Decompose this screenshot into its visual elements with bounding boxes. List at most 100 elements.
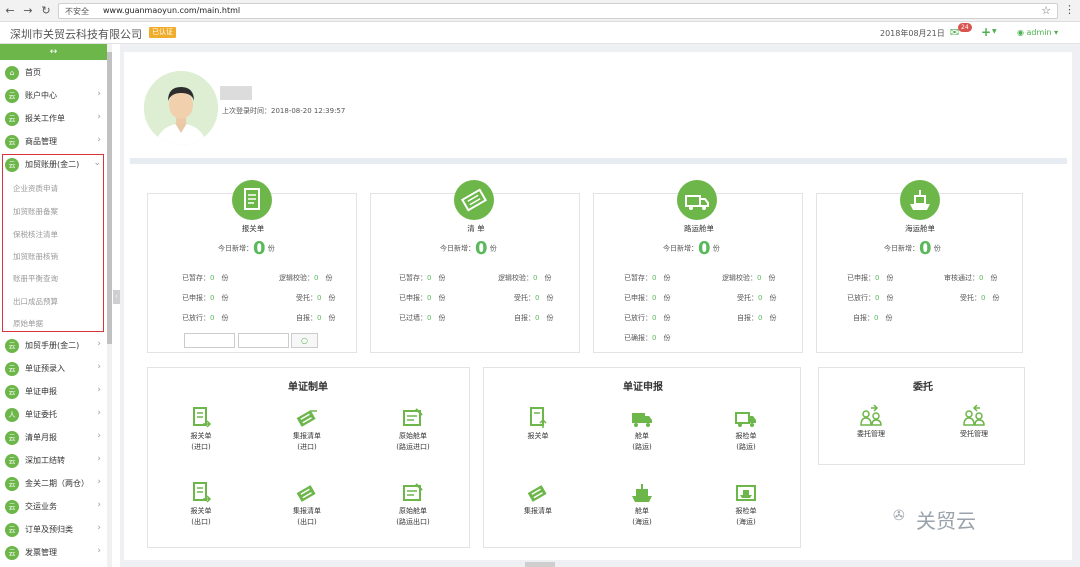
sidebar-item-transport[interactable]: 云交运业务 ›: [0, 496, 107, 518]
tool-batch-export[interactable]: 集报清单 (出口): [272, 481, 342, 527]
date-from-input[interactable]: [184, 333, 235, 348]
sidebar-item-golden-customs[interactable]: 云金关二期（两仓） ›: [0, 473, 107, 495]
users-icon: [859, 404, 883, 428]
add-menu-button[interactable]: +: [981, 25, 991, 39]
tool-sublabel: (出口): [191, 518, 211, 526]
chevron-right-icon: ›: [97, 477, 101, 487]
bookmark-star-icon[interactable]: ☆: [1041, 4, 1051, 17]
browser-menu-icon[interactable]: ⋮: [1064, 3, 1075, 16]
sidebar-item-goods[interactable]: 云商品管理 ›: [0, 131, 107, 153]
stat-item: 已过墙：0 份: [399, 314, 446, 322]
tool-label: 报检单: [735, 432, 757, 440]
ship-icon: [900, 180, 940, 220]
stat-item: 已放行：0 份: [182, 314, 229, 322]
sidebar-toggle-handle[interactable]: ‹: [113, 290, 120, 304]
tool-manifest-export[interactable]: 原始舱单 (路运出口): [378, 481, 448, 527]
tool-sublabel: (路运): [736, 443, 756, 451]
chevron-right-icon: ›: [97, 546, 101, 556]
cloud-icon: 云: [5, 546, 19, 560]
tool-customs-import[interactable]: 报关单 (进口): [166, 406, 236, 452]
card-road-manifest: 路运舱单 今日新增：0 份 已暂存：0 份 逻辑校验：0 份 已申报：0 份 受…: [593, 180, 803, 353]
tool-declare-road-manifest[interactable]: 舱单 (路运): [607, 406, 677, 452]
sidebar-item-home[interactable]: ⌂ 首页: [0, 62, 107, 84]
sidebar-item-label: 交运业务: [25, 502, 57, 511]
sidebar-item-label: 报关工作单: [25, 114, 65, 123]
sidebar-item-doc-prerecord[interactable]: 云单证预录入 ›: [0, 358, 107, 380]
stat-item: 已申报：0 份: [624, 294, 671, 302]
tool-sublabel: (海运): [736, 518, 756, 526]
tool-sublabel: (进口): [297, 443, 317, 451]
sidebar-item-customs-worksheet[interactable]: 云报关工作单 ›: [0, 108, 107, 130]
tool-label: 委托管理: [857, 430, 885, 438]
tool-label: 集报清单: [293, 432, 321, 440]
chevron-right-icon: ›: [97, 339, 101, 349]
user-menu[interactable]: ◉ admin ▾: [1017, 28, 1058, 37]
tool-declare-sea-inspect[interactable]: 报检单 (海运): [711, 481, 781, 527]
sidebar-item-processing-manual[interactable]: 云加贸手册(金二) ›: [0, 335, 107, 357]
bottom-handle[interactable]: [525, 562, 555, 567]
url-text[interactable]: www.guanmaoyun.com/main.html: [103, 6, 240, 15]
chevron-right-icon: ›: [97, 431, 101, 441]
card-title: 路运舱单: [684, 224, 714, 233]
sidebar-item-doc-declare[interactable]: 云单证申报 ›: [0, 381, 107, 403]
tool-declare-batch[interactable]: 集报清单: [503, 481, 573, 517]
document-upload-icon: [526, 406, 550, 430]
stat-item: 已申报：0 份: [182, 294, 229, 302]
chevron-right-icon: ›: [97, 500, 101, 510]
sidebar-item-label: 商品管理: [25, 137, 57, 146]
ship-inspect-icon: [734, 481, 758, 505]
card-customs-declaration: 报关单 今日新增：0 份 已暂存：0 份 逻辑校验：0 份 已申报：0 份 受托…: [147, 180, 357, 353]
tool-batch-import[interactable]: 集报清单 (进口): [272, 406, 342, 452]
sidebar-item-deep-processing[interactable]: 云深加工结转 ›: [0, 450, 107, 472]
sidebar-item-label: 单证申报: [25, 387, 57, 396]
forward-icon[interactable]: →: [22, 4, 34, 17]
date-to-input[interactable]: [238, 333, 289, 348]
sidebar-scrollbar-thumb[interactable]: [107, 52, 112, 344]
current-date: 2018年08月21日: [880, 29, 945, 38]
sidebar-item-monthly-report[interactable]: 云清单月报 ›: [0, 427, 107, 449]
tool-label: 报检单: [735, 507, 757, 515]
sidebar-item-label: 单证委托: [25, 410, 57, 419]
chevron-down-icon[interactable]: ▼: [992, 28, 997, 35]
tool-manifest-import[interactable]: 原始舱单 (路运进口): [378, 406, 448, 452]
user-icon: 人: [5, 408, 19, 422]
highlight-box: [2, 154, 104, 332]
stat-item: 审核通过：0 份: [944, 274, 998, 282]
stat-item: 逻辑校验：0 份: [279, 274, 333, 282]
tool-customs-export[interactable]: 报关单 (出口): [166, 481, 236, 527]
tool-trustee-manage[interactable]: 受托管理: [939, 404, 1009, 439]
ticket-icon: [295, 481, 319, 505]
tool-label: 报关单: [190, 507, 212, 515]
user-name: admin: [1026, 28, 1052, 37]
tool-declare-customs[interactable]: 报关单: [503, 406, 573, 442]
refresh-button[interactable]: ○: [291, 333, 318, 348]
section-title: 单证申报: [623, 382, 663, 393]
sidebar-item-doc-entrust[interactable]: 人单证委托 ›: [0, 404, 107, 426]
section-title: 单证制单: [288, 382, 328, 393]
tool-sublabel: (进口): [191, 443, 211, 451]
today-count: 今日新增：0 份: [440, 238, 497, 259]
stat-item: 已暂存：0 份: [399, 274, 446, 282]
user-avatar: [144, 71, 218, 145]
section-document-declare: 单证申报 报关单 舱单 (路运) 报检单 (路运) 集报清单 舱单 (海运) 报检单 (…: [483, 367, 801, 548]
sidebar-item-account[interactable]: 云账户中心 ›: [0, 85, 107, 107]
stat-item: 受托：0 份: [737, 294, 777, 302]
stat-item: 已暂存：0 份: [624, 274, 671, 282]
today-count: 今日新增：0 份: [663, 238, 720, 259]
home-icon: ⌂: [5, 66, 19, 80]
ticket-icon: [526, 481, 550, 505]
sidebar-item-orders[interactable]: 云订单及预归类 ›: [0, 519, 107, 541]
tool-entrust-manage[interactable]: 委托管理: [836, 404, 906, 439]
sidebar-item-invoices[interactable]: 云发票管理 ›: [0, 542, 107, 564]
tool-declare-road-inspect[interactable]: 报检单 (路运): [711, 406, 781, 452]
sidebar-collapse-button[interactable]: ↔: [0, 44, 107, 60]
address-bar[interactable]: 不安全 www.guanmaoyun.com/main.html ☆: [58, 3, 1058, 19]
sidebar-item-label: 首页: [25, 68, 41, 77]
back-icon[interactable]: ←: [4, 4, 16, 17]
cloud-icon: 云: [5, 135, 19, 149]
today-count: 今日新增：0 份: [884, 238, 941, 259]
reload-icon[interactable]: ↻: [40, 4, 52, 17]
tool-declare-sea-manifest[interactable]: 舱单 (海运): [607, 481, 677, 527]
today-count: 今日新增：0 份: [218, 238, 275, 259]
cloud-icon: 云: [5, 362, 19, 376]
